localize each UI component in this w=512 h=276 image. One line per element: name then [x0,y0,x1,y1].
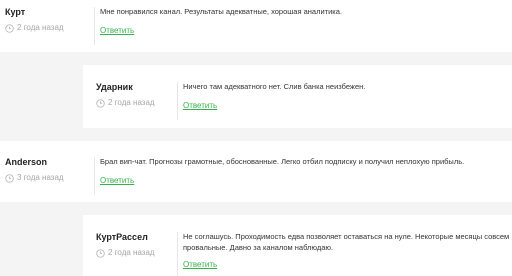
comment-meta: Ударник 2 года назад [83,82,177,128]
comment-date-row: 2 года назад [5,23,94,33]
comment-meta: Anderson 3 года назад [0,157,94,202]
comment-author: КуртРассел [96,232,148,242]
reply-link[interactable]: Ответить [100,26,134,36]
comment-date-row: 2 года назад [96,248,177,258]
clock-icon [96,248,105,258]
comment-card: Курт 2 года назад Мне понравился канал. … [0,0,512,52]
comment-body: Ничего там адекватного нет. Слив банка н… [177,82,512,120]
comment-meta: КуртРассел 2 года назад [83,232,177,276]
reply-comment-card: Ударник 2 года назад Ничего там адекватн… [83,65,512,128]
reply-link[interactable]: Ответить [100,176,134,186]
comment-author: Ударник [96,82,133,92]
comment-date-row: 3 года назад [5,173,94,183]
comment-text: Не соглашусь. Проходимость едва позволяе… [183,232,510,252]
comment-author: Курт [5,7,26,17]
clock-icon [96,98,105,108]
comment-author: Anderson [5,157,48,167]
comment-body: Мне понравился канал. Результаты адекват… [94,7,512,45]
reply-link[interactable]: Ответить [183,101,217,111]
comment-date-row: 2 года назад [96,98,177,108]
comment-text: Мне понравился канал. Результаты адекват… [100,7,342,16]
comment-card: Anderson 3 года назад Брал вип-чат. Прог… [0,141,512,202]
comment-text: Брал вип-чат. Прогнозы грамотные, обосно… [100,157,465,166]
comment-body: Не соглашусь. Проходимость едва позволяе… [177,232,512,276]
reply-comment-card: КуртРассел 2 года назад Не соглашусь. Пр… [83,215,512,276]
comment-date: 3 года назад [17,173,64,182]
clock-icon [5,173,14,183]
comment-date: 2 года назад [108,248,155,257]
comment-date: 2 года назад [17,23,64,32]
comment-body: Брал вип-чат. Прогнозы грамотные, обосно… [94,157,512,195]
comment-meta: Курт 2 года назад [0,7,94,52]
clock-icon [5,23,14,33]
comment-date: 2 года назад [108,98,155,107]
comment-text: Ничего там адекватного нет. Слив банка н… [183,82,366,91]
reply-link[interactable]: Ответить [183,260,217,270]
